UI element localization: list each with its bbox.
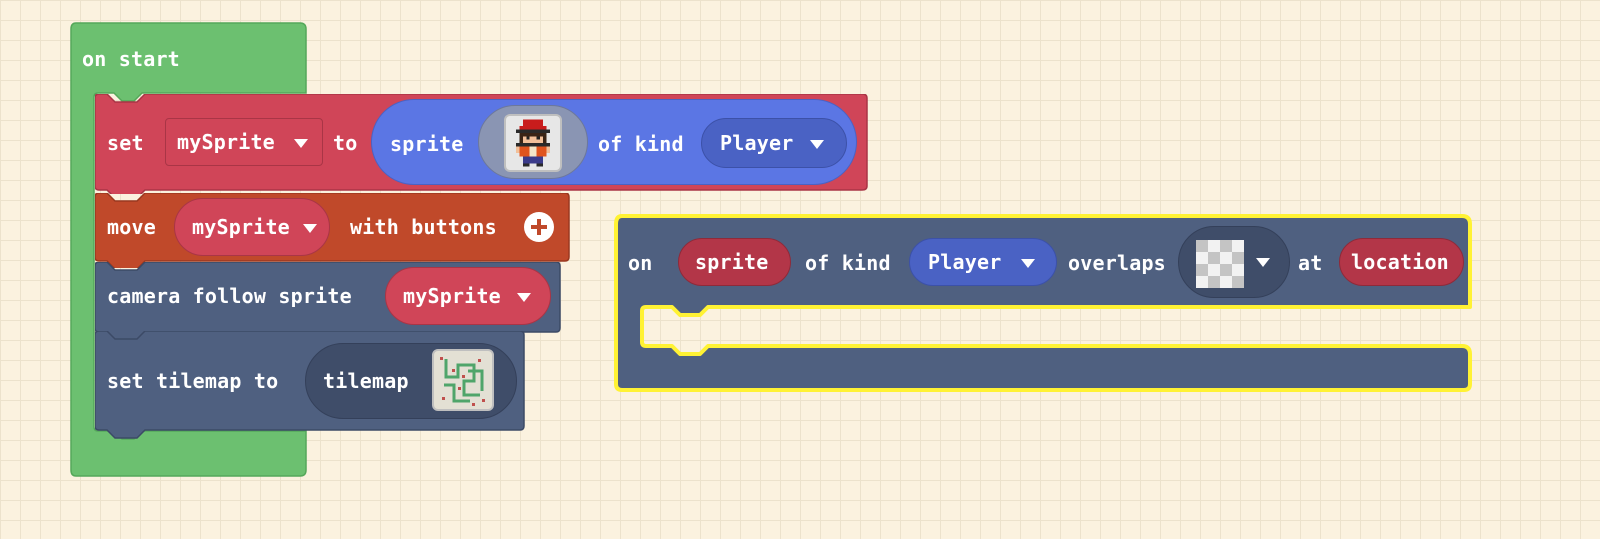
sprite-parameter[interactable]: sprite [678,238,791,286]
sprite-image-field[interactable] [478,105,588,179]
move-label: move [107,215,156,239]
camera-variable-value: mySprite [403,284,501,308]
sprite-label: sprite [390,132,464,156]
move-with-buttons-block[interactable]: move mySprite with buttons [95,193,575,268]
move-variable-dropdown[interactable]: mySprite [174,198,330,256]
chevron-down-icon[interactable] [303,224,317,233]
sprite-parameter-value: sprite [695,250,769,274]
overlap-kind-value: Player [928,250,1002,274]
to-label: to [333,131,358,155]
on-overlap-tile-event-block[interactable]: on sprite of kind Player overlaps at loc… [612,212,1508,398]
camera-follow-label: camera follow sprite [107,284,352,308]
at-label: at [1298,251,1323,275]
move-block-shape [95,193,570,268]
transparent-tile-icon[interactable] [1196,240,1244,288]
of-kind-label: of kind [805,251,891,275]
chevron-down-icon[interactable] [1021,259,1035,268]
player-sprite-icon[interactable] [504,114,562,172]
camera-variable-dropdown[interactable]: mySprite [385,267,551,325]
kind-dropdown[interactable]: Player [701,118,847,168]
tile-picker-dropdown[interactable] [1178,226,1290,298]
location-parameter-value: location [1351,250,1449,274]
plus-circle-icon[interactable] [524,212,554,242]
empty-statement-slot[interactable] [642,309,1462,345]
variable-dropdown-value: mySprite [177,130,275,154]
tilemap-thumbnail-icon[interactable] [432,349,494,411]
chevron-down-icon[interactable] [294,139,308,148]
location-parameter[interactable]: location [1339,238,1464,286]
with-buttons-label: with buttons [350,215,497,239]
set-tilemap-label: set tilemap to [107,369,279,393]
overlap-kind-dropdown[interactable]: Player [909,238,1057,286]
overlaps-label: overlaps [1068,251,1166,275]
set-label: set [107,131,144,155]
move-variable-value: mySprite [192,215,290,239]
set-variable-block[interactable]: set mySprite to sprite of kind Player [95,94,881,194]
of-kind-label: of kind [598,132,684,156]
chevron-down-icon[interactable] [1256,258,1270,267]
set-tilemap-block[interactable]: set tilemap to tilemap [95,331,535,446]
chevron-down-icon[interactable] [810,140,824,149]
tilemap-reporter[interactable]: tilemap [305,343,517,419]
sprite-of-kind-reporter[interactable]: sprite of kind Player [371,99,857,185]
kind-dropdown-value: Player [720,131,794,155]
tilemap-label: tilemap [323,369,409,393]
on-start-label: on start [82,47,180,71]
on-label: on [628,251,653,275]
chevron-down-icon[interactable] [517,293,531,302]
variable-dropdown[interactable]: mySprite [165,118,323,166]
